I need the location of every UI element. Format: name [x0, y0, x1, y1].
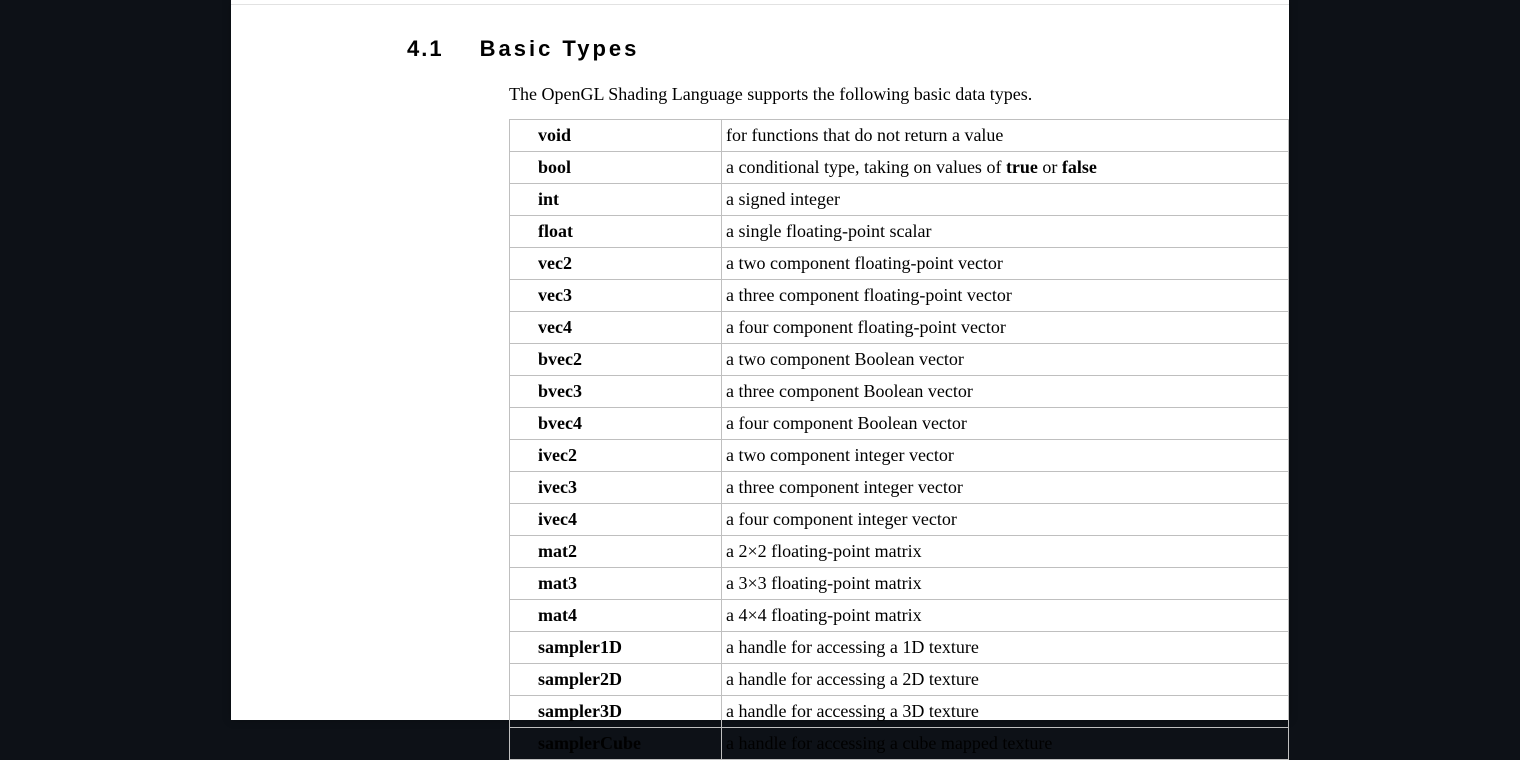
type-description: a conditional type, taking on values of …: [722, 152, 1289, 184]
table-row: sampler1Da handle for accessing a 1D tex…: [510, 632, 1289, 664]
table-row: sampler3Da handle for accessing a 3D tex…: [510, 696, 1289, 728]
table-row: mat4a 4×4 floating-point matrix: [510, 600, 1289, 632]
type-name: bvec2: [510, 344, 722, 376]
type-description: a three component floating-point vector: [722, 280, 1289, 312]
type-description: a 2×2 floating-point matrix: [722, 536, 1289, 568]
type-description: a two component integer vector: [722, 440, 1289, 472]
type-name: bool: [510, 152, 722, 184]
table-row: bvec2a two component Boolean vector: [510, 344, 1289, 376]
type-name: vec4: [510, 312, 722, 344]
type-name: ivec2: [510, 440, 722, 472]
type-description: a handle for accessing a 2D texture: [722, 664, 1289, 696]
basic-types-table: voidfor functions that do not return a v…: [509, 119, 1289, 760]
table-row: sampler2Da handle for accessing a 2D tex…: [510, 664, 1289, 696]
type-name: mat4: [510, 600, 722, 632]
type-name: ivec4: [510, 504, 722, 536]
type-description: a handle for accessing a cube mapped tex…: [722, 728, 1289, 760]
table-row: bvec4a four component Boolean vector: [510, 408, 1289, 440]
section-heading: 4.1 Basic Types: [407, 36, 1219, 62]
type-name: mat3: [510, 568, 722, 600]
table-row: samplerCubea handle for accessing a cube…: [510, 728, 1289, 760]
type-description: for functions that do not return a value: [722, 120, 1289, 152]
table-row: vec2a two component floating-point vecto…: [510, 248, 1289, 280]
type-name: vec3: [510, 280, 722, 312]
type-description: a four component Boolean vector: [722, 408, 1289, 440]
table-row: boola conditional type, taking on values…: [510, 152, 1289, 184]
type-description: a signed integer: [722, 184, 1289, 216]
type-name: sampler1D: [510, 632, 722, 664]
type-name: bvec4: [510, 408, 722, 440]
type-description: a three component integer vector: [722, 472, 1289, 504]
type-description: a two component floating-point vector: [722, 248, 1289, 280]
type-name: void: [510, 120, 722, 152]
type-description: a 3×3 floating-point matrix: [722, 568, 1289, 600]
type-name: bvec3: [510, 376, 722, 408]
table-row: mat3a 3×3 floating-point matrix: [510, 568, 1289, 600]
type-description: a 4×4 floating-point matrix: [722, 600, 1289, 632]
type-name: sampler2D: [510, 664, 722, 696]
table-row: vec4a four component floating-point vect…: [510, 312, 1289, 344]
type-name: int: [510, 184, 722, 216]
type-name: float: [510, 216, 722, 248]
table-row: voidfor functions that do not return a v…: [510, 120, 1289, 152]
type-description: a four component floating-point vector: [722, 312, 1289, 344]
table-row: floata single floating-point scalar: [510, 216, 1289, 248]
type-name: sampler3D: [510, 696, 722, 728]
type-name: ivec3: [510, 472, 722, 504]
type-name: mat2: [510, 536, 722, 568]
type-description: a two component Boolean vector: [722, 344, 1289, 376]
page-top-rule: [231, 4, 1289, 5]
type-description: a single floating-point scalar: [722, 216, 1289, 248]
table-row: vec3a three component floating-point vec…: [510, 280, 1289, 312]
section-title: Basic Types: [480, 36, 640, 62]
table-row: ivec2a two component integer vector: [510, 440, 1289, 472]
intro-paragraph: The OpenGL Shading Language supports the…: [509, 84, 1219, 105]
type-description: a handle for accessing a 1D texture: [722, 632, 1289, 664]
table-row: mat2a 2×2 floating-point matrix: [510, 536, 1289, 568]
type-description: a three component Boolean vector: [722, 376, 1289, 408]
table-row: bvec3a three component Boolean vector: [510, 376, 1289, 408]
type-name: vec2: [510, 248, 722, 280]
type-description: a four component integer vector: [722, 504, 1289, 536]
type-description: a handle for accessing a 3D texture: [722, 696, 1289, 728]
section-number: 4.1: [407, 36, 444, 62]
table-row: ivec3a three component integer vector: [510, 472, 1289, 504]
table-row: ivec4a four component integer vector: [510, 504, 1289, 536]
type-name: samplerCube: [510, 728, 722, 760]
document-page: 4.1 Basic Types The OpenGL Shading Langu…: [231, 0, 1289, 720]
table-row: inta signed integer: [510, 184, 1289, 216]
